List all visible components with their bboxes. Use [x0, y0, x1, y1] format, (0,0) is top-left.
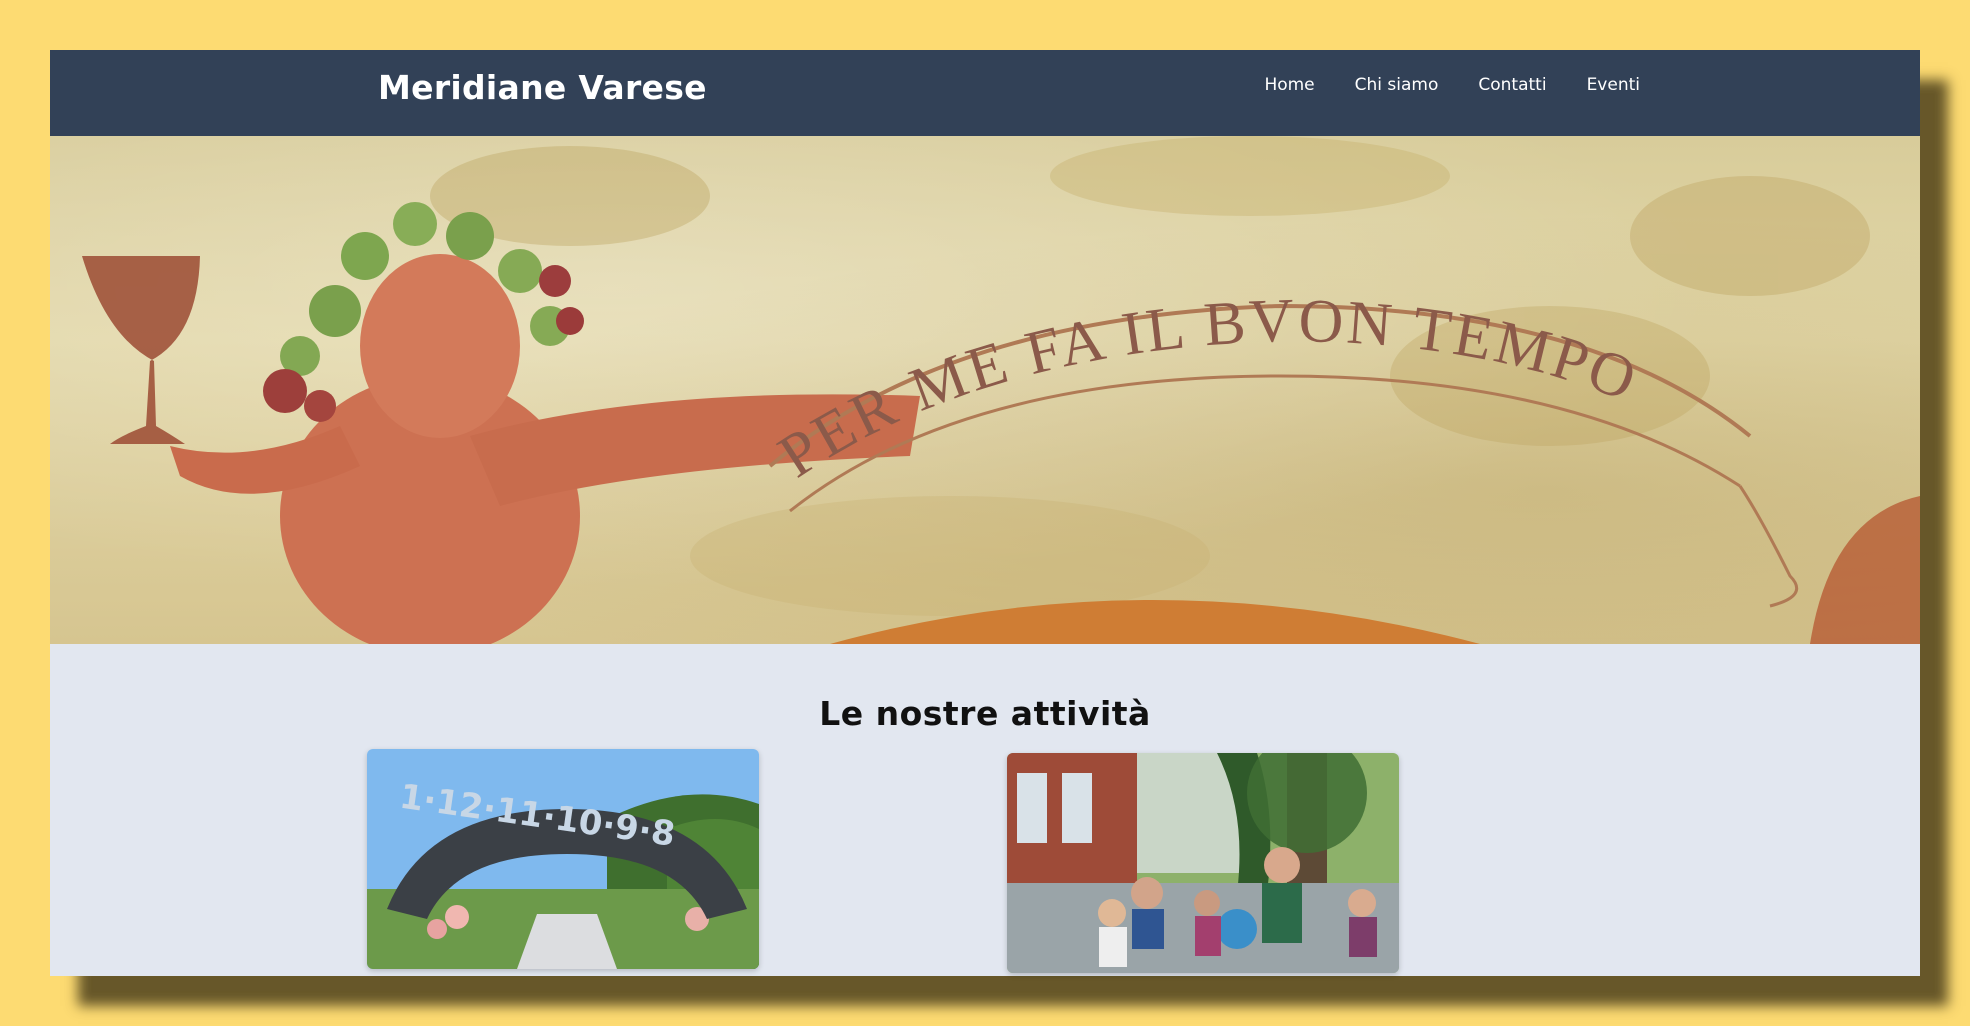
school-activity-image [1007, 753, 1399, 973]
nav-eventi[interactable]: Eventi [1587, 75, 1640, 95]
nav-home[interactable]: Home [1264, 75, 1314, 95]
navbar: Meridiane Varese Home Chi siamo Contatti… [50, 50, 1920, 136]
browser-page: Meridiane Varese Home Chi siamo Contatti… [50, 50, 1920, 976]
section-title: Le nostre attività [819, 694, 1151, 733]
activities-section: Le nostre attività [50, 644, 1920, 733]
sundial-image: 1·12·11·10·9·8 [367, 749, 759, 969]
main-nav: Home Chi siamo Contatti Eventi [1264, 75, 1640, 95]
hero-fresco-image: PER ME FA IL BVON TEMPO [50, 136, 1920, 644]
nav-chi-siamo[interactable]: Chi siamo [1355, 75, 1439, 95]
activity-card-school[interactable] [1007, 753, 1399, 973]
activity-card-sundial[interactable]: 1·12·11·10·9·8 [367, 749, 759, 969]
site-brand[interactable]: Meridiane Varese [378, 68, 707, 107]
nav-contatti[interactable]: Contatti [1478, 75, 1546, 95]
